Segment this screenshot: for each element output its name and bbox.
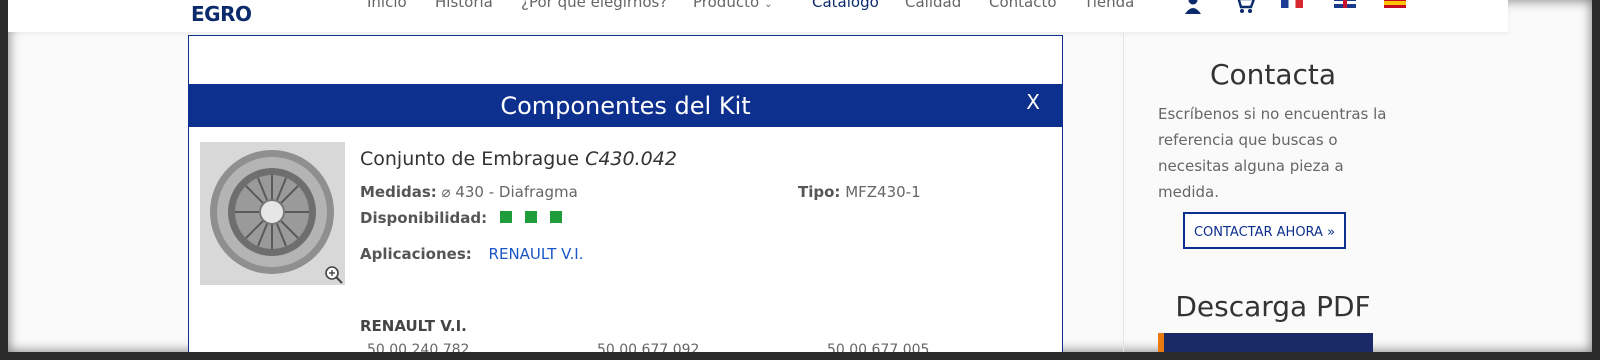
modal-title: Componentes del Kit [500, 92, 751, 120]
browser-viewport: EGRO Inicio Historia ¿Por qué elegirnos?… [8, 0, 1592, 352]
zoom-in-icon[interactable] [324, 265, 344, 285]
reference-item: 50 00 240 782 [367, 342, 470, 352]
egro-logo[interactable]: EGRO [191, 2, 252, 26]
aplicaciones-row: Aplicaciones: RENAULT V.I. [360, 245, 583, 263]
chevron-down-icon: ⌄ [764, 0, 773, 10]
medidas-value: ⌀ 430 - Diafragma [441, 183, 578, 201]
flag-spanish-icon[interactable] [1384, 0, 1406, 8]
availability-indicator-2 [524, 211, 537, 223]
tipo-row: Tipo: MFZ430-1 [798, 183, 921, 201]
disponibilidad-label: Disponibilidad: [360, 209, 488, 227]
nav-tienda[interactable]: Tienda [1084, 0, 1134, 11]
contact-text: Escríbenos si no encuentras la referenci… [1158, 105, 1387, 201]
contact-title: Contacta [1209, 58, 1337, 91]
close-button[interactable]: X [1026, 90, 1040, 114]
reference-item: 50 00 677 092 [597, 342, 700, 352]
kit-components-modal: Componentes del Kit X Conjunto de Embrag… [188, 35, 1063, 352]
medidas-label: Medidas: [360, 183, 437, 201]
nav-contacto[interactable]: Contacto [989, 0, 1057, 11]
medidas-row: Medidas: ⌀ 430 - Diafragma [360, 183, 578, 201]
user-icon[interactable] [1183, 0, 1203, 14]
site-header: EGRO Inicio Historia ¿Por qué elegirnos?… [8, 0, 1508, 32]
download-pdf-title: Descarga PDF [1175, 290, 1371, 323]
clutch-image-icon [200, 142, 345, 285]
contact-now-button[interactable]: CONTACTAR AHORA » [1183, 212, 1346, 249]
product-code: C430.042 [585, 148, 677, 170]
disponibilidad-row: Disponibilidad: [360, 209, 562, 227]
reference-item: 50 00 677 005 [827, 342, 930, 352]
nav-catalogo[interactable]: Catálogo [812, 0, 879, 11]
pdf-thumbnail[interactable] [1158, 333, 1373, 352]
cart-icon[interactable] [1233, 0, 1255, 14]
nav-producto[interactable]: Producto ⌄ [693, 0, 773, 11]
nav-calidad[interactable]: Calidad [905, 0, 961, 11]
sidebar-divider [1123, 33, 1124, 352]
aplicaciones-label: Aplicaciones: [360, 245, 472, 263]
aplicaciones-link[interactable]: RENAULT V.I. [489, 245, 584, 263]
nav-por-que-elegirnos[interactable]: ¿Por qué elegirnos? [521, 0, 667, 11]
flag-french-icon[interactable] [1281, 0, 1303, 8]
availability-indicator-1 [499, 211, 512, 223]
modal-header: Componentes del Kit X [189, 84, 1062, 127]
nav-historia[interactable]: Historia [435, 0, 493, 11]
application-section-title: RENAULT V.I. [360, 317, 467, 335]
tipo-label: Tipo: [798, 183, 841, 201]
nav-producto-label: Producto [693, 0, 760, 11]
product-image[interactable] [200, 142, 345, 285]
availability-indicator-3 [549, 211, 562, 223]
flag-english-icon[interactable] [1334, 0, 1356, 8]
product-name: Conjunto de Embrague C430.042 [360, 148, 677, 170]
nav-inicio[interactable]: Inicio [367, 0, 407, 11]
product-name-text: Conjunto de Embrague [360, 148, 580, 170]
tipo-value: MFZ430-1 [845, 183, 921, 201]
